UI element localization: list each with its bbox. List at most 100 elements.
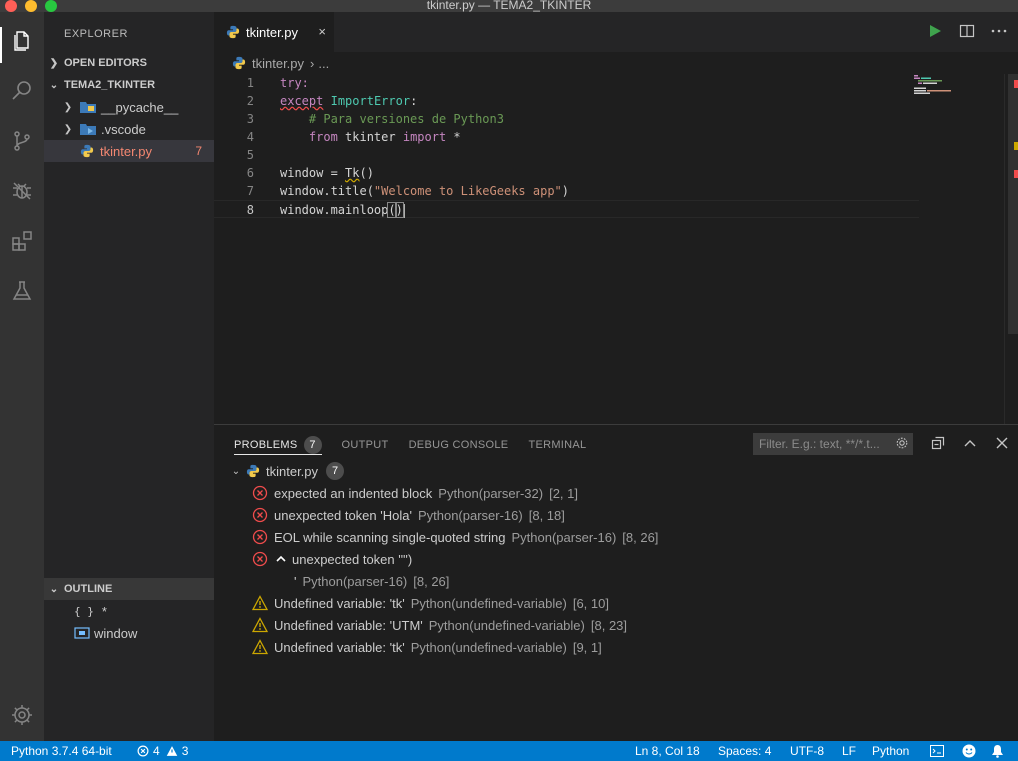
search-icon[interactable] <box>0 71 44 111</box>
maximize-panel-icon[interactable] <box>962 435 978 451</box>
problem-source: Python(undefined-variable) <box>410 595 567 611</box>
extensions-icon[interactable] <box>0 221 44 261</box>
error-icon <box>252 507 268 523</box>
python-interpreter-selector[interactable]: Python 3.7.4 64-bit <box>11 741 112 761</box>
problem-count-badge: 7 <box>195 144 202 158</box>
code-line: 2 except ImportError: <box>214 92 919 110</box>
problem-position: [9, 1] <box>572 639 602 655</box>
error-icon <box>252 551 268 567</box>
code-text: try: <box>280 76 309 90</box>
tab-terminal[interactable]: TERMINAL <box>528 435 586 455</box>
cursor-position-label: Ln 8, Col 18 <box>635 744 700 758</box>
python-file-icon <box>246 464 260 478</box>
problem-item[interactable]: EOL while scanning single-quoted string … <box>252 526 658 548</box>
collapse-all-icon[interactable] <box>930 435 946 451</box>
cursor-position[interactable]: Ln 8, Col 18 <box>635 741 700 761</box>
encoding-label: UTF-8 <box>790 744 824 758</box>
language-label: Python <box>872 744 910 758</box>
line-number: 3 <box>246 112 254 126</box>
outline-item-module[interactable]: { } * <box>74 600 107 622</box>
breadcrumb-file[interactable]: tkinter.py <box>252 56 304 71</box>
problems-file-count: 7 <box>326 462 345 480</box>
problems-summary[interactable]: 4 3 <box>137 741 188 761</box>
close-icon[interactable]: × <box>318 24 326 39</box>
explorer-sidebar: EXPLORER ❯ OPEN EDITORS ⌄ TEMA2_TKINTER … <box>44 12 214 741</box>
error-count: 4 <box>153 744 160 758</box>
editor-scrollbar[interactable] <box>1004 74 1018 424</box>
python-file-icon <box>80 144 94 158</box>
tab-tkinter-py[interactable]: tkinter.py × <box>214 12 334 52</box>
chevron-up-icon[interactable] <box>276 555 286 563</box>
problem-item[interactable]: Undefined variable: 'UTM' Python(undefin… <box>252 614 627 636</box>
testing-flask-icon[interactable] <box>0 271 44 311</box>
problem-item-expanded[interactable]: unexpected token '"') <box>252 548 412 570</box>
vscode-folder-icon <box>80 123 96 135</box>
tree-item-vscode[interactable]: ❯ .vscode <box>44 118 214 140</box>
breadcrumb-symbols[interactable]: ... <box>318 56 329 71</box>
debug-icon[interactable] <box>0 171 44 211</box>
problem-message: Undefined variable: 'tk' <box>274 639 405 655</box>
line-number: 1 <box>246 76 254 90</box>
outline-item-label: window <box>94 625 138 641</box>
encoding[interactable]: UTF-8 <box>790 741 824 761</box>
problem-item[interactable]: Undefined variable: 'tk' Python(undefine… <box>252 592 609 614</box>
open-editors-section[interactable]: ❯ OPEN EDITORS <box>44 52 214 74</box>
outline-item-window[interactable]: window <box>74 622 137 644</box>
problem-item[interactable]: unexpected token 'Hola' Python(parser-16… <box>252 504 565 526</box>
problem-message: EOL while scanning single-quoted string <box>274 529 506 545</box>
source-control-icon[interactable] <box>0 121 44 161</box>
code-editor[interactable]: 1 try: 2 except ImportError: 3 # Para ve… <box>214 74 1018 424</box>
outline-section[interactable]: ⌄ OUTLINE <box>44 578 214 600</box>
line-number: 5 <box>246 148 254 162</box>
error-icon <box>137 745 149 757</box>
problems-file-group[interactable]: ⌄ tkinter.py 7 <box>228 460 345 482</box>
minimap[interactable] <box>914 74 964 104</box>
tab-label: TERMINAL <box>528 439 587 451</box>
problem-position: [8, 26] <box>622 529 659 545</box>
warning-icon <box>166 746 177 756</box>
code-text: # Para versiones de Python3 <box>308 112 504 126</box>
tree-item-pycache[interactable]: ❯ __pycache__ <box>44 96 214 118</box>
sidebar-title: EXPLORER <box>64 28 128 40</box>
split-editor-icon[interactable] <box>958 22 976 40</box>
problems-filter-input[interactable]: Filter. E.g.: text, **/*.t... <box>753 433 913 455</box>
more-actions-icon[interactable] <box>990 22 1008 40</box>
problem-item[interactable]: expected an indented block Python(parser… <box>252 482 578 504</box>
problem-item-detail[interactable]: ' Python(parser-16) [8, 26] <box>294 570 449 592</box>
problem-source: Python(undefined-variable) <box>410 639 567 655</box>
problem-message: Undefined variable: 'tk' <box>274 595 405 611</box>
language-mode[interactable]: Python <box>872 741 909 761</box>
namespace-icon: { } <box>74 604 94 618</box>
tab-debug-console[interactable]: DEBUG CONSOLE <box>409 435 509 455</box>
tab-output[interactable]: OUTPUT <box>342 435 389 455</box>
code-text: window = Tk() <box>280 166 374 180</box>
warning-icon <box>252 617 268 633</box>
problem-source: Python(parser-16) <box>511 529 617 545</box>
code-text: except ImportError: <box>280 94 418 108</box>
problem-source: Python(parser-16) <box>302 573 408 589</box>
end-of-line[interactable]: LF <box>842 741 856 761</box>
feedback-smiley-icon[interactable] <box>962 741 976 761</box>
tab-label: tkinter.py <box>246 24 299 40</box>
code-line: 4 from tkinter import * <box>214 128 919 146</box>
code-line: 5 <box>214 146 919 164</box>
problem-message: unexpected token 'Hola' <box>274 507 412 523</box>
filter-settings-icon[interactable] <box>895 436 909 450</box>
python-file-icon <box>232 56 246 70</box>
tab-problems[interactable]: PROBLEMS 7 <box>234 435 322 455</box>
tree-item-label: .vscode <box>101 121 146 137</box>
explorer-icon[interactable] <box>0 21 44 63</box>
scrollbar-thumb[interactable] <box>1008 74 1018 334</box>
run-icon[interactable] <box>926 22 944 40</box>
indentation[interactable]: Spaces: 4 <box>718 741 771 761</box>
workspace-section[interactable]: ⌄ TEMA2_TKINTER <box>44 74 214 96</box>
notifications-bell-icon[interactable] <box>991 741 1004 761</box>
problem-position: [8, 18] <box>528 507 565 523</box>
settings-gear-icon[interactable] <box>0 695 44 735</box>
problem-position: [6, 10] <box>572 595 609 611</box>
close-panel-icon[interactable] <box>994 435 1010 451</box>
problems-count-badge: 7 <box>303 435 322 454</box>
tree-item-tkinter-py[interactable]: tkinter.py 7 <box>44 140 214 162</box>
terminal-icon[interactable] <box>930 741 944 761</box>
problem-item[interactable]: Undefined variable: 'tk' Python(undefine… <box>252 636 602 658</box>
